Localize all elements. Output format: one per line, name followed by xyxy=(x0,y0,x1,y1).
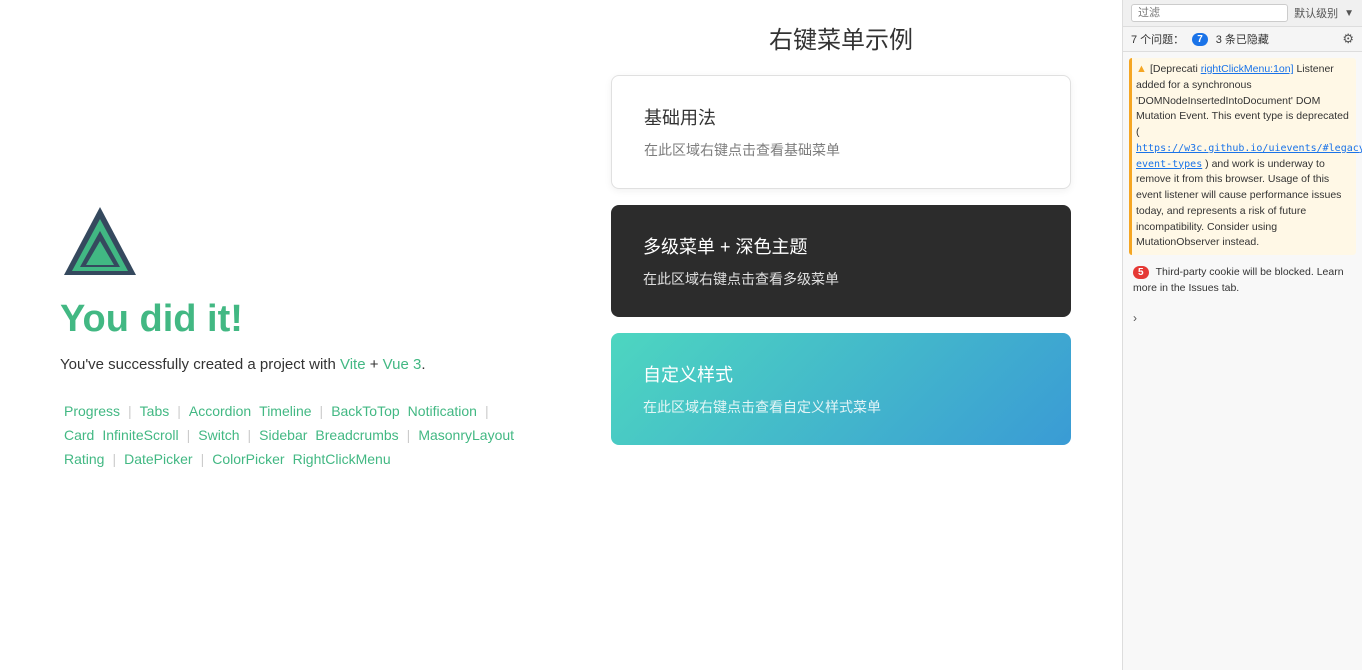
nav-timeline[interactable]: Timeline xyxy=(255,401,315,421)
error-badge: 5 xyxy=(1133,266,1149,279)
devtools-filter-input[interactable] xyxy=(1131,4,1288,22)
vue-logo xyxy=(60,202,140,282)
nav-links: Progress | Tabs | Accordion Timeline | B… xyxy=(60,401,520,469)
log-warning-text: [Deprecati rightClickMenu:1on] Listener … xyxy=(1136,63,1362,248)
devtools-toolbar: 默认级别 ▼ xyxy=(1123,0,1362,27)
card-basic-title: 基础用法 xyxy=(644,104,1038,130)
nav-accordion[interactable]: Accordion xyxy=(185,401,255,421)
nav-infinitescroll[interactable]: InfiniteScroll xyxy=(98,425,182,445)
nav-sidebar[interactable]: Sidebar xyxy=(255,425,311,445)
expand-arrow[interactable]: › xyxy=(1129,307,1356,329)
card-multilevel-desc: 在此区域右键点击查看多级菜单 xyxy=(643,269,1039,289)
vue-link[interactable]: Vue 3 xyxy=(383,356,422,373)
left-panel: You did it! You've successfully created … xyxy=(0,0,560,670)
nav-breadcrumbs[interactable]: Breadcrumbs xyxy=(311,425,402,445)
log-entry-warning: ▲ [Deprecati rightClickMenu:1on] Listene… xyxy=(1129,58,1356,255)
warning-icon: ▲ xyxy=(1136,63,1147,75)
nav-masonrylayout[interactable]: MasonryLayout xyxy=(414,425,518,445)
card-multilevel-title: 多级菜单 + 深色主题 xyxy=(643,233,1039,259)
nav-card[interactable]: Card xyxy=(60,425,98,445)
nav-colorpicker[interactable]: ColorPicker xyxy=(208,449,288,469)
chevron-down-icon: ▼ xyxy=(1344,8,1354,19)
hero-subtitle: You've successfully created a project wi… xyxy=(60,353,520,377)
card-multilevel[interactable]: 多级菜单 + 深色主题 在此区域右键点击查看多级菜单 xyxy=(611,205,1071,317)
gear-icon[interactable]: ⚙ xyxy=(1342,31,1354,47)
page-title: 右键菜单示例 xyxy=(769,20,913,55)
nav-tabs[interactable]: Tabs xyxy=(136,401,174,421)
devtools-panel: 默认级别 ▼ 7 个问题： 7 3 条已隐藏 ⚙ ▲ [Deprecati ri… xyxy=(1122,0,1362,670)
card-custom-desc: 在此区域右键点击查看自定义样式菜单 xyxy=(643,397,1039,417)
log-error-text: Third-party cookie will be blocked. Lear… xyxy=(1133,266,1344,294)
issues-badge-blue: 7 xyxy=(1192,33,1208,46)
nav-notification[interactable]: Notification xyxy=(404,401,481,421)
card-basic-desc: 在此区域右键点击查看基础菜单 xyxy=(644,140,1038,160)
nav-rating[interactable]: Rating xyxy=(60,449,108,469)
card-custom-title: 自定义样式 xyxy=(643,361,1039,387)
issues-hidden-text: 3 条已隐藏 xyxy=(1216,31,1269,47)
nav-switch[interactable]: Switch xyxy=(194,425,243,445)
issues-label: 7 个问题： xyxy=(1131,31,1184,47)
log-entry-error: 5 Third-party cookie will be blocked. Le… xyxy=(1129,261,1356,301)
devtools-default-label: 默认级别 xyxy=(1294,5,1338,21)
nav-backtotop[interactable]: BackToTop xyxy=(327,401,403,421)
cards-container: 基础用法 在此区域右键点击查看基础菜单 多级菜单 + 深色主题 在此区域右键点击… xyxy=(611,75,1071,445)
hero-title: You did it! xyxy=(60,298,520,341)
nav-rightclickmenu[interactable]: RightClickMenu xyxy=(289,449,395,469)
devtools-issues-bar: 7 个问题： 7 3 条已隐藏 ⚙ xyxy=(1123,27,1362,52)
nav-datepicker[interactable]: DatePicker xyxy=(120,449,196,469)
devtools-log: ▲ [Deprecati rightClickMenu:1on] Listene… xyxy=(1123,52,1362,670)
card-basic[interactable]: 基础用法 在此区域右键点击查看基础菜单 xyxy=(611,75,1071,189)
card-custom[interactable]: 自定义样式 在此区域右键点击查看自定义样式菜单 xyxy=(611,333,1071,445)
main-content: 右键菜单示例 基础用法 在此区域右键点击查看基础菜单 多级菜单 + 深色主题 在… xyxy=(560,0,1122,670)
log-link-rightclickmenu[interactable]: rightClickMenu:1on] xyxy=(1201,63,1294,75)
nav-progress[interactable]: Progress xyxy=(60,401,124,421)
vite-link[interactable]: Vite xyxy=(340,356,366,373)
